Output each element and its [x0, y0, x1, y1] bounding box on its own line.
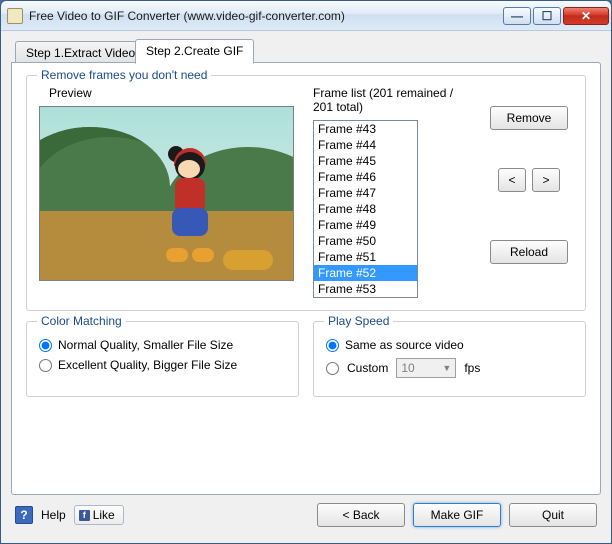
radio-same-speed[interactable]: Same as source video	[326, 338, 573, 352]
next-frame-button[interactable]: >	[532, 168, 560, 192]
remove-button[interactable]: Remove	[490, 106, 568, 130]
window-title: Free Video to GIF Converter (www.video-g…	[29, 9, 503, 23]
fps-value: 10	[401, 361, 414, 375]
fps-combo[interactable]: 10 ▼	[396, 358, 456, 378]
frame-list-item[interactable]: Frame #48	[314, 201, 417, 217]
make-gif-button[interactable]: Make GIF	[413, 503, 501, 527]
quit-button[interactable]: Quit	[509, 503, 597, 527]
tab-strip: Step 1.Extract Video Step 2.Create GIF	[11, 39, 601, 63]
minimize-button[interactable]: —	[503, 7, 531, 25]
preview-column: Preview	[39, 86, 299, 298]
prev-frame-button[interactable]: <	[498, 168, 526, 192]
footer-bar: ? Help f Like < Back Make GIF Quit	[11, 495, 601, 535]
radio-normal-quality-label: Normal Quality, Smaller File Size	[58, 338, 233, 352]
radio-normal-quality-input[interactable]	[39, 339, 52, 352]
play-speed-group: Play Speed Same as source video Custom 1…	[313, 321, 586, 397]
app-window: Free Video to GIF Converter (www.video-g…	[0, 0, 612, 544]
frame-list-item[interactable]: Frame #46	[314, 169, 417, 185]
frame-list-label: Frame list (201 remained / 201 total)	[313, 86, 475, 114]
maximize-button[interactable]: ☐	[533, 7, 561, 25]
radio-same-speed-input[interactable]	[326, 339, 339, 352]
tab-step2[interactable]: Step 2.Create GIF	[135, 39, 254, 64]
reload-button[interactable]: Reload	[490, 240, 568, 264]
radio-excellent-quality-input[interactable]	[39, 359, 52, 372]
app-icon	[7, 8, 23, 24]
remove-frames-legend: Remove frames you don't need	[37, 68, 211, 82]
play-speed-legend: Play Speed	[324, 314, 393, 328]
radio-excellent-quality[interactable]: Excellent Quality, Bigger File Size	[39, 358, 286, 372]
radio-same-speed-label: Same as source video	[345, 338, 464, 352]
close-button[interactable]: ✕	[563, 7, 609, 25]
fps-unit: fps	[464, 361, 480, 375]
frame-list-item[interactable]: Frame #44	[314, 137, 417, 153]
radio-excellent-quality-label: Excellent Quality, Bigger File Size	[58, 358, 237, 372]
preview-image	[39, 106, 294, 281]
facebook-like-button[interactable]: f Like	[74, 505, 124, 525]
preview-label: Preview	[49, 86, 299, 100]
frame-list-item[interactable]: Frame #54	[314, 297, 417, 298]
frame-list-item[interactable]: Frame #49	[314, 217, 417, 233]
frame-list-item[interactable]: Frame #45	[314, 153, 417, 169]
frame-listbox[interactable]: Frame #43Frame #44Frame #45Frame #46Fram…	[313, 120, 418, 298]
client-area: Step 1.Extract Video Step 2.Create GIF R…	[1, 31, 611, 543]
frame-list-item[interactable]: Frame #47	[314, 185, 417, 201]
help-label: Help	[41, 508, 66, 522]
frame-list-item[interactable]: Frame #53	[314, 281, 417, 297]
color-matching-legend: Color Matching	[37, 314, 126, 328]
radio-custom-speed-input[interactable]	[326, 362, 339, 375]
tab-step1[interactable]: Step 1.Extract Video	[15, 41, 146, 63]
tab-panel-step2: Remove frames you don't need Preview Fra…	[11, 62, 601, 495]
chevron-down-icon: ▼	[442, 363, 451, 373]
help-icon[interactable]: ?	[15, 506, 33, 524]
frame-list-item[interactable]: Frame #52	[314, 265, 417, 281]
facebook-icon: f	[79, 510, 90, 521]
frame-list-item[interactable]: Frame #43	[314, 121, 417, 137]
frame-list-item[interactable]: Frame #51	[314, 249, 417, 265]
frame-list-item[interactable]: Frame #50	[314, 233, 417, 249]
facebook-like-label: Like	[93, 508, 115, 522]
radio-custom-speed-label: Custom	[347, 361, 388, 375]
titlebar[interactable]: Free Video to GIF Converter (www.video-g…	[1, 1, 611, 31]
radio-normal-quality[interactable]: Normal Quality, Smaller File Size	[39, 338, 286, 352]
color-matching-group: Color Matching Normal Quality, Smaller F…	[26, 321, 299, 397]
remove-frames-group: Remove frames you don't need Preview Fra…	[26, 75, 586, 311]
back-button[interactable]: < Back	[317, 503, 405, 527]
